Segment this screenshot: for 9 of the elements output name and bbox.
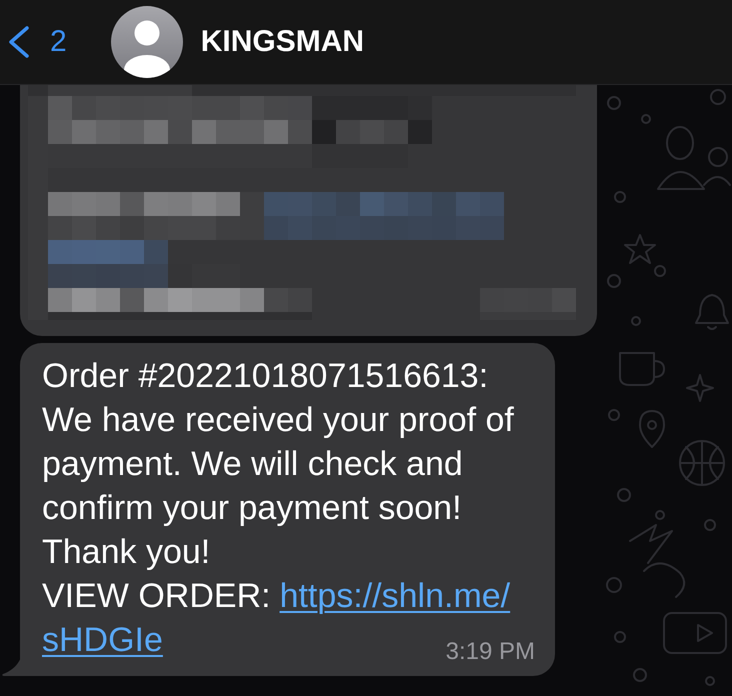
- back-button[interactable]: 2: [8, 26, 67, 58]
- order-link[interactable]: https://shln.me/: [280, 574, 510, 618]
- back-icon: [8, 26, 30, 58]
- view-order-label: VIEW ORDER:: [42, 576, 271, 617]
- contact-name: KINGSMAN: [200, 27, 364, 57]
- contact-avatar-icon[interactable]: [110, 6, 183, 78]
- message-time: 3:19 PM: [446, 640, 535, 664]
- message-text: Order #20221018071516613: We have received your proof of payment. We will check and confirm your payment soon! Thank you!: [42, 356, 515, 573]
- order-link[interactable]: sHDGIe: [42, 618, 163, 662]
